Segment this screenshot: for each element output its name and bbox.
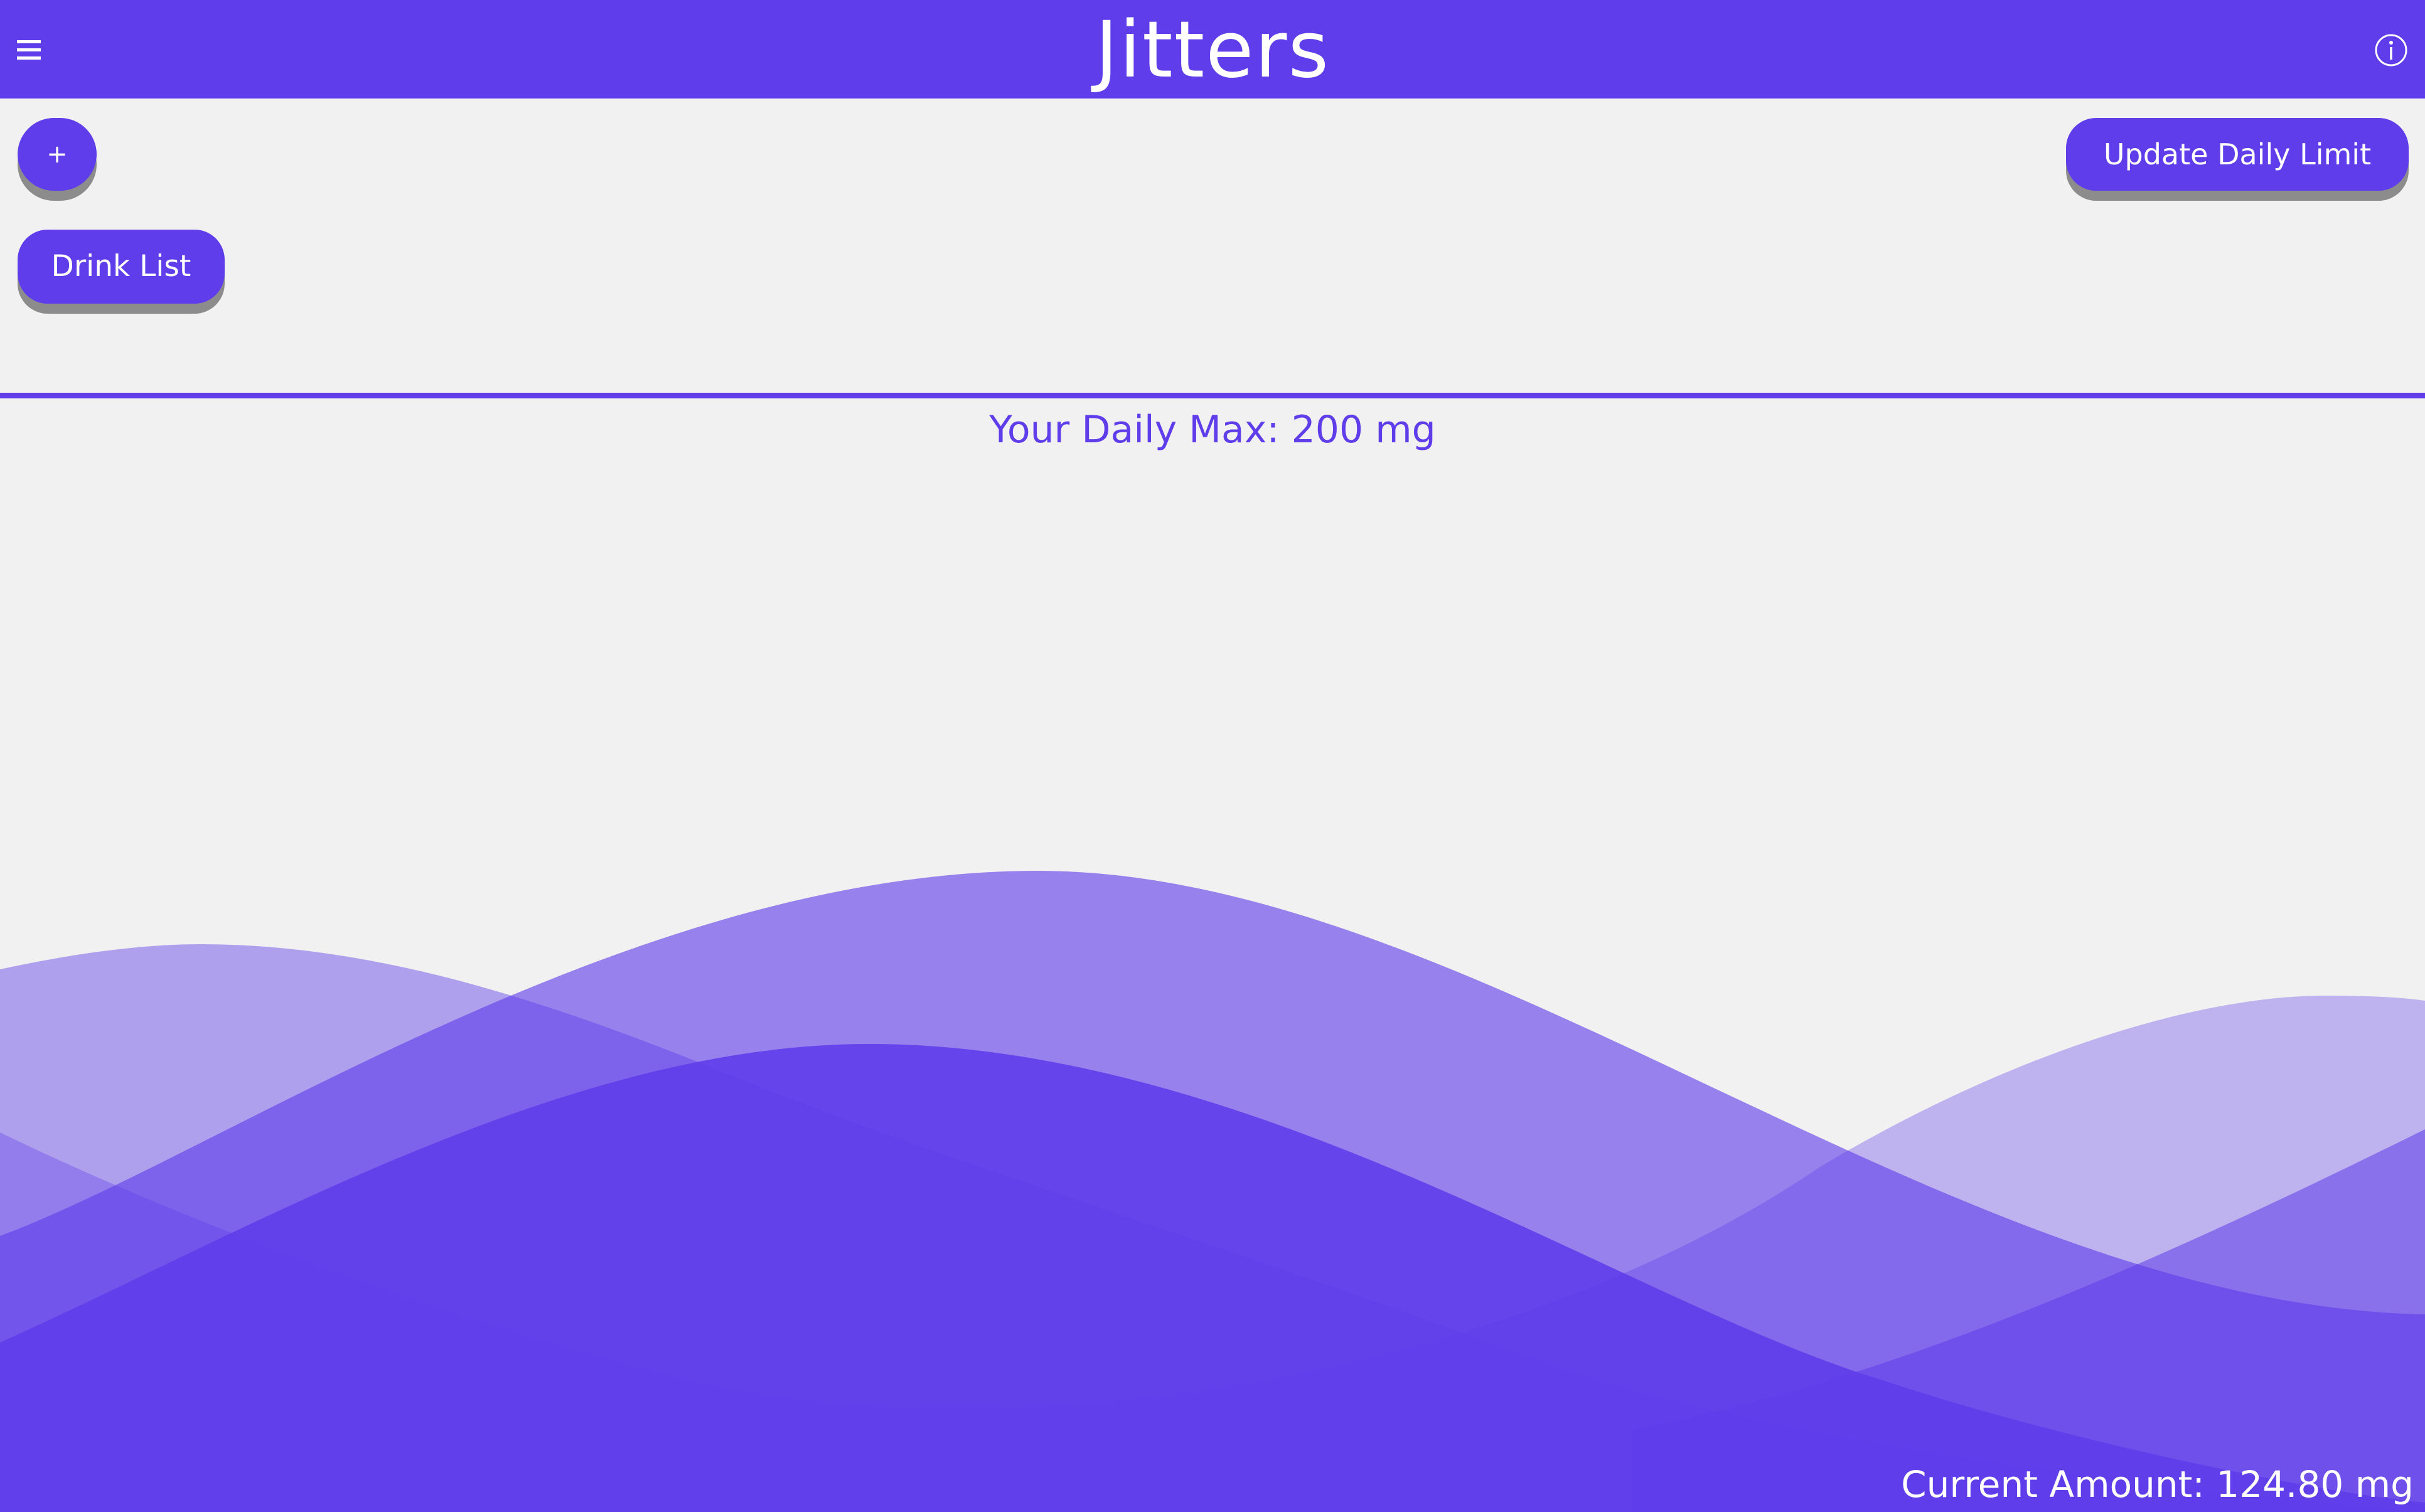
info-circle-glyph xyxy=(2375,34,2407,67)
section-divider xyxy=(0,393,2425,398)
app-title: Jitters xyxy=(1095,5,1330,95)
update-daily-limit-button[interactable]: Update Daily Limit xyxy=(2066,118,2409,191)
app-root: Jitters + Update Daily Limit Drink List … xyxy=(0,0,2425,1512)
caffeine-wave-graphic xyxy=(0,870,2425,1512)
app-header: Jitters xyxy=(0,0,2425,98)
current-amount-label: Current Amount: 124.80 mg xyxy=(1901,1463,2414,1506)
info-icon[interactable] xyxy=(2374,33,2409,68)
add-drink-button[interactable]: + xyxy=(18,118,97,191)
drink-list-button[interactable]: Drink List xyxy=(18,230,225,304)
daily-max-label: Your Daily Max: 200 mg xyxy=(989,408,1436,452)
